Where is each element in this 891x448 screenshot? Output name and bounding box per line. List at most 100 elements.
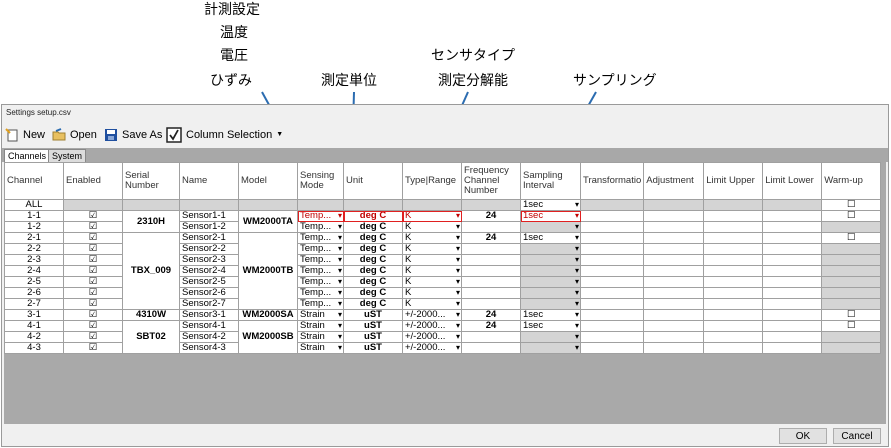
sensing-mode-select[interactable]: Temp... ▾ — [297, 243, 344, 255]
warmup-checkbox[interactable]: ☐ — [847, 234, 856, 243]
name-cell[interactable]: Sensor1-1 — [179, 210, 239, 222]
dropdown-arrow-icon[interactable]: ▾ — [338, 256, 342, 265]
column-header[interactable]: Adjustment — [643, 162, 705, 200]
type-range-select[interactable]: K ▾ — [402, 276, 462, 288]
dropdown-arrow-icon[interactable]: ▾ — [338, 245, 342, 254]
sampling-select[interactable]: 1sec ▾ — [520, 320, 581, 332]
type-range-select[interactable]: K ▾ — [402, 287, 462, 299]
type-range-select[interactable]: K ▾ — [402, 221, 462, 233]
dropdown-arrow-icon[interactable]: ▾ — [338, 234, 342, 243]
table-row[interactable]: 3-1 ☑ 4310W Sensor3-1 WM2000SA Strain ▾ uST +/-2… — [4, 309, 882, 321]
name-cell[interactable]: Sensor2-7 — [179, 298, 239, 310]
enabled-checkbox[interactable]: ☑ — [89, 289, 98, 298]
column-header[interactable]: Type|Range — [402, 162, 462, 200]
sampling-select[interactable]: ▾ — [520, 276, 581, 288]
save-as-button[interactable]: Save As — [104, 126, 162, 143]
sensing-mode-select[interactable]: Temp... ▾ — [297, 265, 344, 277]
dropdown-arrow-icon[interactable]: ▾ — [456, 212, 460, 221]
column-header[interactable]: Name — [179, 162, 239, 200]
name-cell[interactable]: Sensor2-6 — [179, 287, 239, 299]
dropdown-arrow-icon[interactable]: ▾ — [338, 223, 342, 232]
type-range-select[interactable]: K ▾ — [402, 243, 462, 255]
sensing-mode-select[interactable]: Strain ▾ — [297, 320, 344, 332]
name-cell[interactable]: Sensor2-1 — [179, 232, 239, 244]
tab-channels[interactable]: Channels — [4, 149, 51, 162]
sampling-select[interactable]: 1sec ▾ — [520, 210, 581, 222]
type-range-select[interactable]: K ▾ — [402, 232, 462, 244]
enabled-checkbox[interactable]: ☑ — [89, 333, 98, 342]
dropdown-arrow-icon[interactable]: ▾ — [456, 245, 460, 254]
sampling-select[interactable]: ▾ — [520, 298, 581, 310]
sampling-select[interactable]: 1sec ▾ — [520, 199, 581, 211]
table-row[interactable]: 4-1 ☑ SBT02 Sensor4-1 WM2000SB Strain ▾ uST +/-2… — [4, 320, 882, 354]
sampling-select[interactable]: ▾ — [520, 254, 581, 266]
dropdown-arrow-icon[interactable]: ▾ — [456, 267, 460, 276]
type-range-select[interactable]: +/-2000... ▾ — [402, 320, 462, 332]
cancel-button[interactable]: Cancel — [833, 428, 881, 444]
enabled-checkbox[interactable]: ☑ — [89, 322, 98, 331]
warmup-checkbox[interactable]: ☐ — [847, 322, 856, 331]
sampling-select[interactable]: ▾ — [520, 342, 581, 354]
dropdown-arrow-icon[interactable]: ▾ — [456, 223, 460, 232]
dropdown-arrow-icon[interactable]: ▾ — [456, 278, 460, 287]
column-header[interactable]: Channel — [4, 162, 64, 200]
sensing-mode-select[interactable]: Temp... ▾ — [297, 276, 344, 288]
ok-button[interactable]: OK — [779, 428, 827, 444]
type-range-select[interactable]: K ▾ — [402, 265, 462, 277]
sampling-select[interactable]: ▾ — [520, 221, 581, 233]
column-selection-button[interactable]: Column Selection ▼ — [166, 126, 283, 143]
dropdown-arrow-icon[interactable]: ▾ — [575, 300, 579, 309]
type-range-select[interactable]: +/-2000... ▾ — [402, 309, 462, 321]
sensing-mode-select[interactable]: Temp... ▾ — [297, 298, 344, 310]
dropdown-arrow-icon[interactable]: ▾ — [338, 311, 342, 320]
enabled-checkbox[interactable]: ☑ — [89, 212, 98, 221]
sensing-mode-select[interactable]: Temp... ▾ — [297, 254, 344, 266]
dropdown-arrow-icon[interactable]: ▾ — [575, 267, 579, 276]
dropdown-arrow-icon[interactable]: ▾ — [338, 278, 342, 287]
dropdown-arrow-icon[interactable]: ▾ — [575, 333, 579, 342]
warmup-checkbox[interactable]: ☐ — [847, 311, 856, 320]
table-row[interactable]: 1-1 ☑ 2310H Sensor1-1 WM2000TA Temp... ▾ deg C K… — [4, 210, 882, 233]
dropdown-arrow-icon[interactable]: ▾ — [575, 212, 579, 221]
column-header[interactable]: Model — [238, 162, 298, 200]
dropdown-arrow-icon[interactable]: ▾ — [456, 322, 460, 331]
dropdown-arrow-icon[interactable]: ▾ — [338, 212, 342, 221]
dropdown-arrow-icon[interactable]: ▾ — [575, 201, 579, 210]
dropdown-arrow-icon[interactable]: ▾ — [575, 289, 579, 298]
dropdown-arrow-icon[interactable]: ▾ — [338, 289, 342, 298]
name-cell[interactable]: Sensor4-3 — [179, 342, 239, 354]
name-cell[interactable]: Sensor2-4 — [179, 265, 239, 277]
dropdown-arrow-icon[interactable]: ▾ — [456, 333, 460, 342]
column-header[interactable]: Limit Upper — [703, 162, 764, 200]
enabled-checkbox[interactable]: ☑ — [89, 267, 98, 276]
open-button[interactable]: Open — [52, 126, 97, 143]
enabled-checkbox[interactable]: ☑ — [89, 300, 98, 309]
name-cell[interactable]: Sensor2-2 — [179, 243, 239, 255]
dropdown-arrow-icon[interactable]: ▾ — [575, 223, 579, 232]
column-header[interactable]: Frequency Channel Number — [461, 162, 521, 200]
dropdown-arrow-icon[interactable]: ▾ — [338, 333, 342, 342]
dropdown-arrow-icon[interactable]: ▾ — [575, 311, 579, 320]
sensing-mode-select[interactable]: Temp... ▾ — [297, 232, 344, 244]
sensing-mode-select[interactable]: Strain ▾ — [297, 342, 344, 354]
column-header[interactable]: Limit Lower — [762, 162, 823, 200]
column-header[interactable]: Enabled — [63, 162, 123, 200]
sampling-select[interactable]: ▾ — [520, 287, 581, 299]
name-cell[interactable]: Sensor3-1 — [179, 309, 239, 321]
table-row[interactable]: 2-1 ☑ TBX_009 Sensor2-1 WM2000TB Temp... ▾ deg … — [4, 232, 882, 310]
dropdown-arrow-icon[interactable]: ▾ — [456, 289, 460, 298]
name-cell[interactable]: Sensor2-3 — [179, 254, 239, 266]
dropdown-arrow-icon[interactable]: ▾ — [456, 256, 460, 265]
dropdown-arrow-icon[interactable]: ▾ — [575, 234, 579, 243]
sensing-mode-select[interactable]: Temp... ▾ — [297, 210, 344, 222]
warmup-checkbox[interactable]: ☐ — [847, 201, 856, 210]
table-row[interactable]: ALL 1sec ▾ ☐ — [4, 199, 882, 211]
dropdown-arrow-icon[interactable]: ▾ — [456, 300, 460, 309]
column-header[interactable]: Warm-up — [821, 162, 882, 200]
new-button[interactable]: New — [5, 126, 45, 143]
column-header[interactable]: Serial Number — [122, 162, 180, 200]
dropdown-arrow-icon[interactable]: ▾ — [575, 278, 579, 287]
enabled-checkbox[interactable]: ☑ — [89, 256, 98, 265]
name-cell[interactable]: Sensor2-5 — [179, 276, 239, 288]
enabled-checkbox[interactable]: ☑ — [89, 245, 98, 254]
